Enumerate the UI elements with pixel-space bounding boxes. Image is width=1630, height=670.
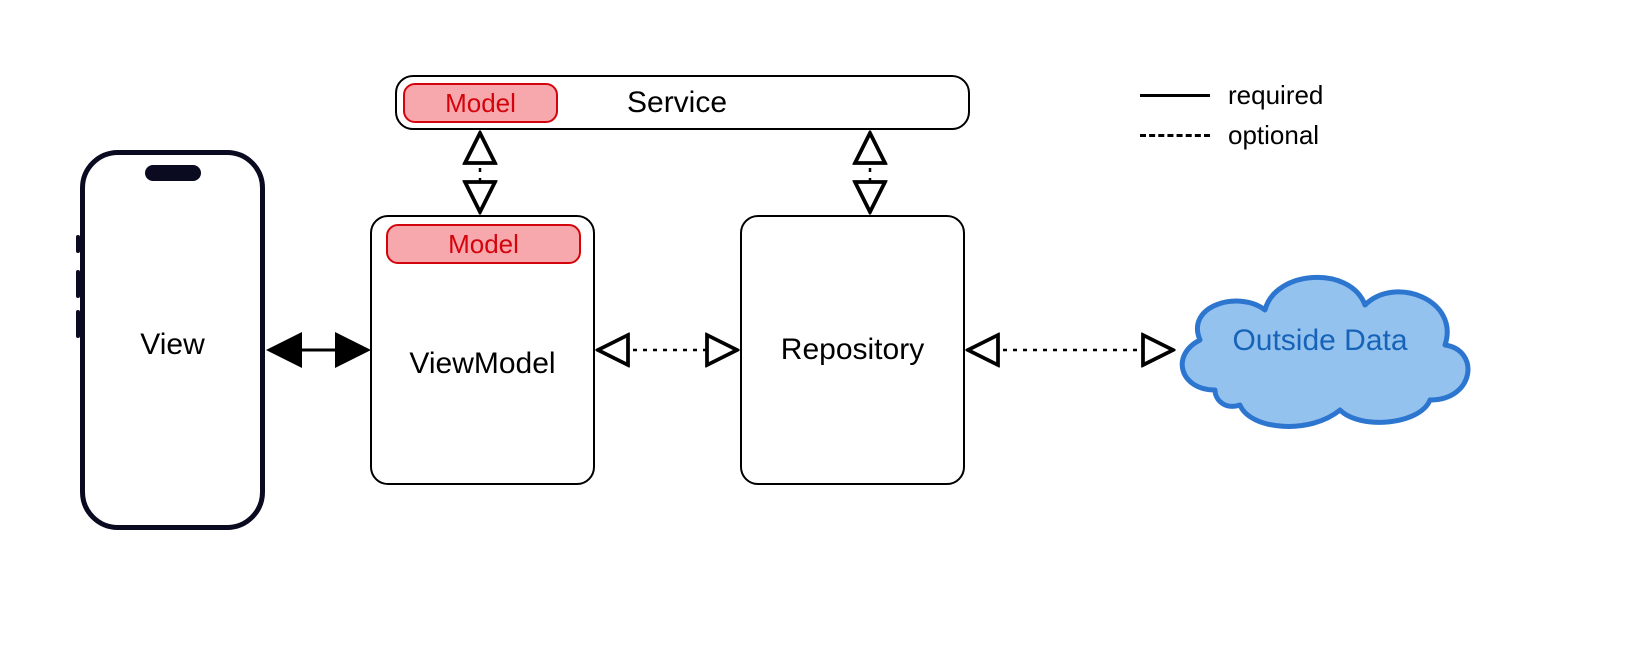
- legend-required-row: required: [1140, 75, 1323, 115]
- service-model-badge: Model: [403, 83, 558, 123]
- outside-data-label: Outside Data: [1232, 324, 1407, 358]
- diagram-canvas: View Model Service Model ViewModel Repos…: [0, 0, 1630, 670]
- legend-optional-label: optional: [1228, 120, 1319, 151]
- outside-data-node: Outside Data: [1160, 250, 1480, 440]
- legend-optional-line-icon: [1140, 134, 1210, 137]
- legend-required-label: required: [1228, 80, 1323, 111]
- repository-label: Repository: [781, 333, 924, 367]
- service-node: Model Service: [395, 75, 970, 130]
- legend-required-line-icon: [1140, 94, 1210, 97]
- repository-node: Repository: [740, 215, 965, 485]
- phone-notch-icon: [145, 165, 201, 181]
- viewmodel-model-badge: Model: [386, 224, 581, 264]
- view-node: View: [80, 150, 265, 530]
- view-label: View: [140, 328, 204, 362]
- service-label: Service: [627, 86, 727, 120]
- viewmodel-label: ViewModel: [372, 347, 593, 381]
- phone-side-button-icon: [76, 310, 80, 338]
- legend: required optional: [1140, 75, 1323, 155]
- viewmodel-node: Model ViewModel: [370, 215, 595, 485]
- phone-side-button-icon: [76, 235, 80, 253]
- phone-side-button-icon: [76, 270, 80, 298]
- legend-optional-row: optional: [1140, 115, 1323, 155]
